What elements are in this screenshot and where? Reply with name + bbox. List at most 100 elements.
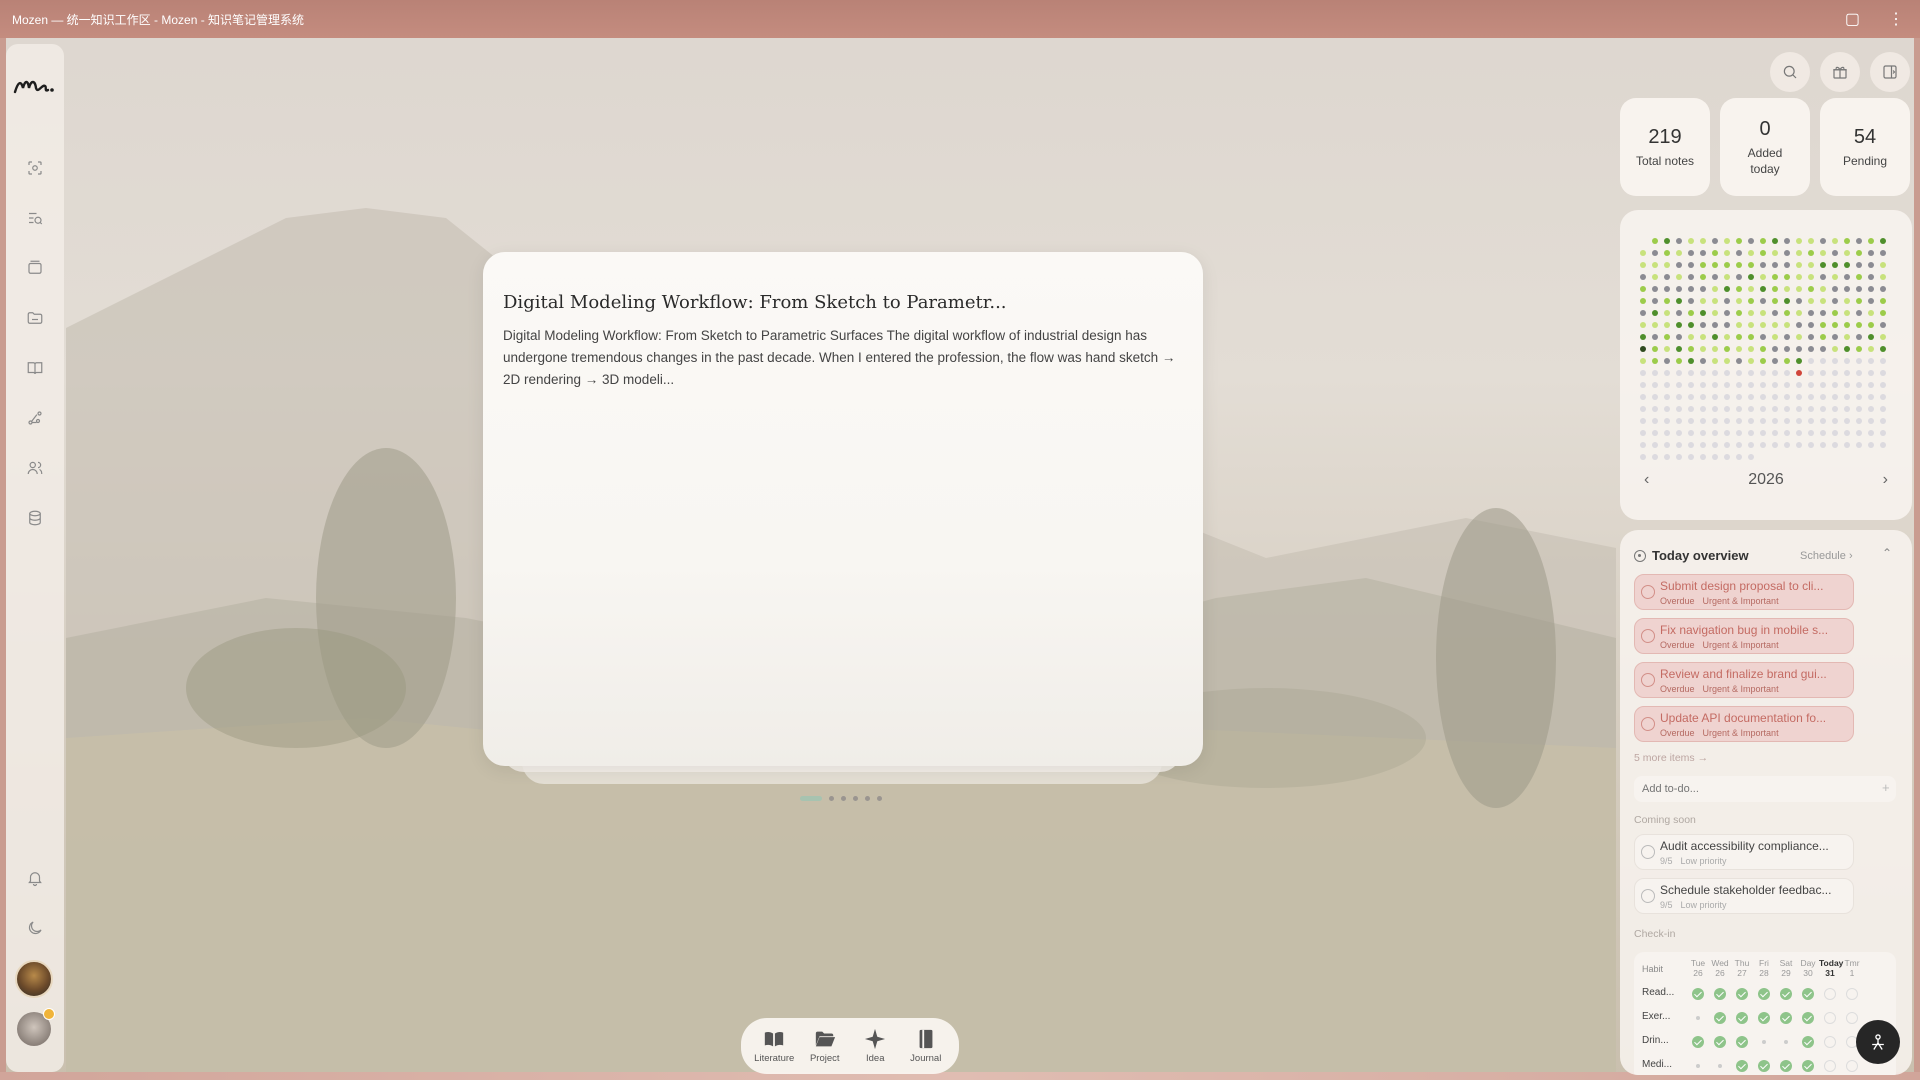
habit-check-done[interactable] (1780, 1012, 1792, 1024)
habit-check-empty[interactable] (1824, 988, 1836, 1000)
habit-check-done[interactable] (1736, 1060, 1748, 1072)
task-checkbox[interactable] (1641, 673, 1655, 687)
task-checkbox[interactable] (1641, 585, 1655, 599)
dock-idea-button[interactable]: Idea (851, 1028, 899, 1064)
habit-check-dash[interactable] (1784, 1040, 1788, 1044)
workspace-avatar[interactable] (15, 960, 53, 998)
habit-check-done[interactable] (1780, 988, 1792, 1000)
pagination-dot[interactable] (853, 796, 858, 801)
capture-icon[interactable] (23, 156, 47, 180)
heatmap-cell (1676, 286, 1682, 292)
habit-check-empty[interactable] (1846, 1012, 1858, 1024)
panel-toggle-button[interactable] (1870, 52, 1910, 92)
habit-check-done[interactable] (1802, 1060, 1814, 1072)
heatmap-cell (1760, 346, 1766, 352)
habit-check-done[interactable] (1802, 1012, 1814, 1024)
coming-soon-task-item[interactable]: Audit accessibility compliance... 9/5 Low… (1634, 834, 1854, 870)
habit-check-done[interactable] (1714, 1036, 1726, 1048)
habit-check-done[interactable] (1758, 1012, 1770, 1024)
habit-day-name: Thu (1734, 958, 1750, 968)
pagination-dot[interactable] (865, 796, 870, 801)
habit-check-done[interactable] (1692, 988, 1704, 1000)
people-icon[interactable] (23, 456, 47, 480)
habit-check-done[interactable] (1758, 988, 1770, 1000)
heatmap-cell (1868, 310, 1874, 316)
task-checkbox[interactable] (1641, 845, 1655, 859)
heatmap-cell (1724, 286, 1730, 292)
heatmap-cell (1736, 310, 1742, 316)
pagination-dot[interactable] (841, 796, 846, 801)
collapse-icon[interactable]: ⌃ (1882, 546, 1892, 560)
dock-literature-button[interactable]: Literature (750, 1028, 798, 1064)
task-checkbox[interactable] (1641, 717, 1655, 731)
habit-check-empty[interactable] (1824, 1036, 1836, 1048)
pagination-dot[interactable] (829, 796, 834, 801)
more-options-icon[interactable]: ⋮ (1888, 9, 1904, 29)
note-card[interactable]: Digital Modeling Workflow: From Sketch t… (483, 252, 1203, 766)
prev-year-icon[interactable]: ‹ (1644, 471, 1649, 489)
heatmap-cell (1880, 394, 1886, 400)
search-button[interactable] (1770, 52, 1810, 92)
next-year-icon[interactable]: › (1883, 471, 1888, 489)
add-todo-plus-icon[interactable]: + (1882, 780, 1890, 795)
gift-button[interactable] (1820, 52, 1860, 92)
habit-check-dash[interactable] (1696, 1016, 1700, 1020)
habit-check-done[interactable] (1692, 1036, 1704, 1048)
user-avatar[interactable] (17, 1008, 55, 1046)
heatmap-cell (1880, 430, 1886, 436)
dock-project-button[interactable]: Project (801, 1028, 849, 1064)
task-checkbox[interactable] (1641, 889, 1655, 903)
mozen-logo[interactable] (12, 70, 58, 100)
habit-check-done[interactable] (1802, 1036, 1814, 1048)
urgent-task-item[interactable]: Review and finalize brand gui... Overdue… (1634, 662, 1854, 698)
heatmap-cell (1700, 322, 1706, 328)
moon-icon[interactable] (23, 916, 47, 940)
heatmap-cell (1844, 238, 1850, 244)
task-checkbox[interactable] (1641, 629, 1655, 643)
book-icon[interactable] (23, 356, 47, 380)
habit-check-done[interactable] (1736, 988, 1748, 1000)
cards-icon[interactable] (23, 256, 47, 280)
inbox-search-icon[interactable] (23, 206, 47, 230)
urgent-task-item[interactable]: Fix navigation bug in mobile s... Overdu… (1634, 618, 1854, 654)
habit-day-column: Tue 26 (1687, 958, 1709, 978)
urgent-task-item[interactable]: Submit design proposal to cli... Overdue… (1634, 574, 1854, 610)
heatmap-cell (1724, 298, 1730, 304)
habit-check-empty[interactable] (1824, 1060, 1836, 1072)
habit-day-column: Fri 28 (1753, 958, 1775, 978)
habit-check-done[interactable] (1714, 988, 1726, 1000)
habit-check-done[interactable] (1714, 1012, 1726, 1024)
coming-soon-task-item[interactable]: Schedule stakeholder feedbac... 9/5 Low p… (1634, 878, 1854, 914)
habit-check-empty[interactable] (1846, 988, 1858, 1000)
habit-check-dash[interactable] (1718, 1064, 1722, 1068)
habit-check-done[interactable] (1736, 1012, 1748, 1024)
assistant-button[interactable] (1856, 1020, 1900, 1064)
habit-check-done[interactable] (1780, 1060, 1792, 1072)
habit-check-done[interactable] (1758, 1060, 1770, 1072)
urgent-task-item[interactable]: Update API documentation fo... Overdue Ur… (1634, 706, 1854, 742)
schedule-link[interactable]: Schedule › (1800, 550, 1853, 562)
database-icon[interactable] (23, 506, 47, 530)
habit-check-done[interactable] (1802, 988, 1814, 1000)
dock-journal-button[interactable]: Journal (902, 1028, 950, 1064)
folder-icon[interactable] (23, 306, 47, 330)
pagination-dot[interactable] (800, 796, 822, 801)
heatmap-cell (1652, 334, 1658, 340)
more-items-link[interactable]: 5 more items → (1634, 752, 1708, 764)
habit-check-dash[interactable] (1696, 1064, 1700, 1068)
stat-pending[interactable]: 54 Pending (1820, 98, 1910, 196)
graph-icon[interactable] (23, 406, 47, 430)
habit-check-done[interactable] (1736, 1036, 1748, 1048)
habit-check-empty[interactable] (1824, 1012, 1836, 1024)
bell-icon[interactable] (23, 866, 47, 890)
heatmap-cell (1856, 286, 1862, 292)
habit-check-empty[interactable] (1846, 1060, 1858, 1072)
stat-total-notes[interactable]: 219 Total notes (1620, 98, 1710, 196)
extensions-icon[interactable]: ▢ (1845, 9, 1860, 29)
habit-check-dash[interactable] (1762, 1040, 1766, 1044)
add-todo-input[interactable] (1634, 776, 1896, 802)
pagination-dot[interactable] (877, 796, 882, 801)
heatmap-cell (1664, 310, 1670, 316)
stat-added-today[interactable]: 0 Added today (1720, 98, 1810, 196)
heatmap-cell (1796, 238, 1802, 244)
